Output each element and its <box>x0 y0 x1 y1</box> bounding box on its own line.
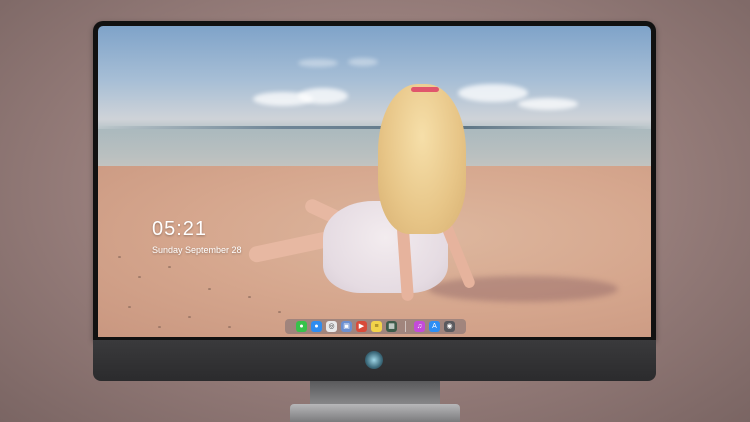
safari-icon[interactable]: ◎ <box>326 321 337 332</box>
lockscreen-date: Sunday September 28 <box>152 245 242 255</box>
figure-hair <box>378 84 466 234</box>
cloud <box>298 88 348 104</box>
cloud <box>348 58 378 66</box>
pebble <box>208 288 211 290</box>
sea <box>98 129 651 169</box>
figure-shadow <box>428 276 618 302</box>
pebble <box>128 306 131 308</box>
files-icon[interactable]: ▣ <box>341 321 352 332</box>
cloud <box>518 98 578 110</box>
pebble <box>248 296 251 298</box>
pebble <box>188 316 191 318</box>
pebble <box>168 266 171 268</box>
music-icon[interactable]: ♫ <box>414 321 425 332</box>
monitor: 05:21 Sunday September 28 ● ● ◎ ▣ ▶ ≡ ▦ … <box>93 21 656 381</box>
camera-icon[interactable]: ◉ <box>444 321 455 332</box>
cloud <box>458 84 528 102</box>
dock-separator <box>405 321 406 332</box>
video-icon[interactable]: ▶ <box>356 321 367 332</box>
monitor-stand-foot <box>290 404 460 422</box>
monitor-bezel: 05:21 Sunday September 28 ● ● ◎ ▣ ▶ ≡ ▦ … <box>93 21 656 340</box>
cloud <box>298 59 338 67</box>
pebble <box>278 311 281 313</box>
terminal-icon[interactable]: ▦ <box>386 321 397 332</box>
pebble <box>158 326 161 328</box>
lock-screen[interactable]: 05:21 Sunday September 28 ● ● ◎ ▣ ▶ ≡ ▦ … <box>98 26 651 337</box>
app-store-icon[interactable]: A <box>429 321 440 332</box>
pebble <box>138 276 141 278</box>
pebble <box>118 256 121 258</box>
mail-icon[interactable]: ● <box>311 321 322 332</box>
monitor-stand-neck <box>310 381 440 406</box>
dock: ● ● ◎ ▣ ▶ ≡ ▦ ♫ A ◉ <box>285 319 466 334</box>
pebble <box>228 326 231 328</box>
messages-icon[interactable]: ● <box>296 321 307 332</box>
notes-icon[interactable]: ≡ <box>371 321 382 332</box>
hair-band <box>411 87 439 92</box>
brand-logo-icon <box>365 351 383 369</box>
lockscreen-clock: 05:21 <box>152 218 208 240</box>
